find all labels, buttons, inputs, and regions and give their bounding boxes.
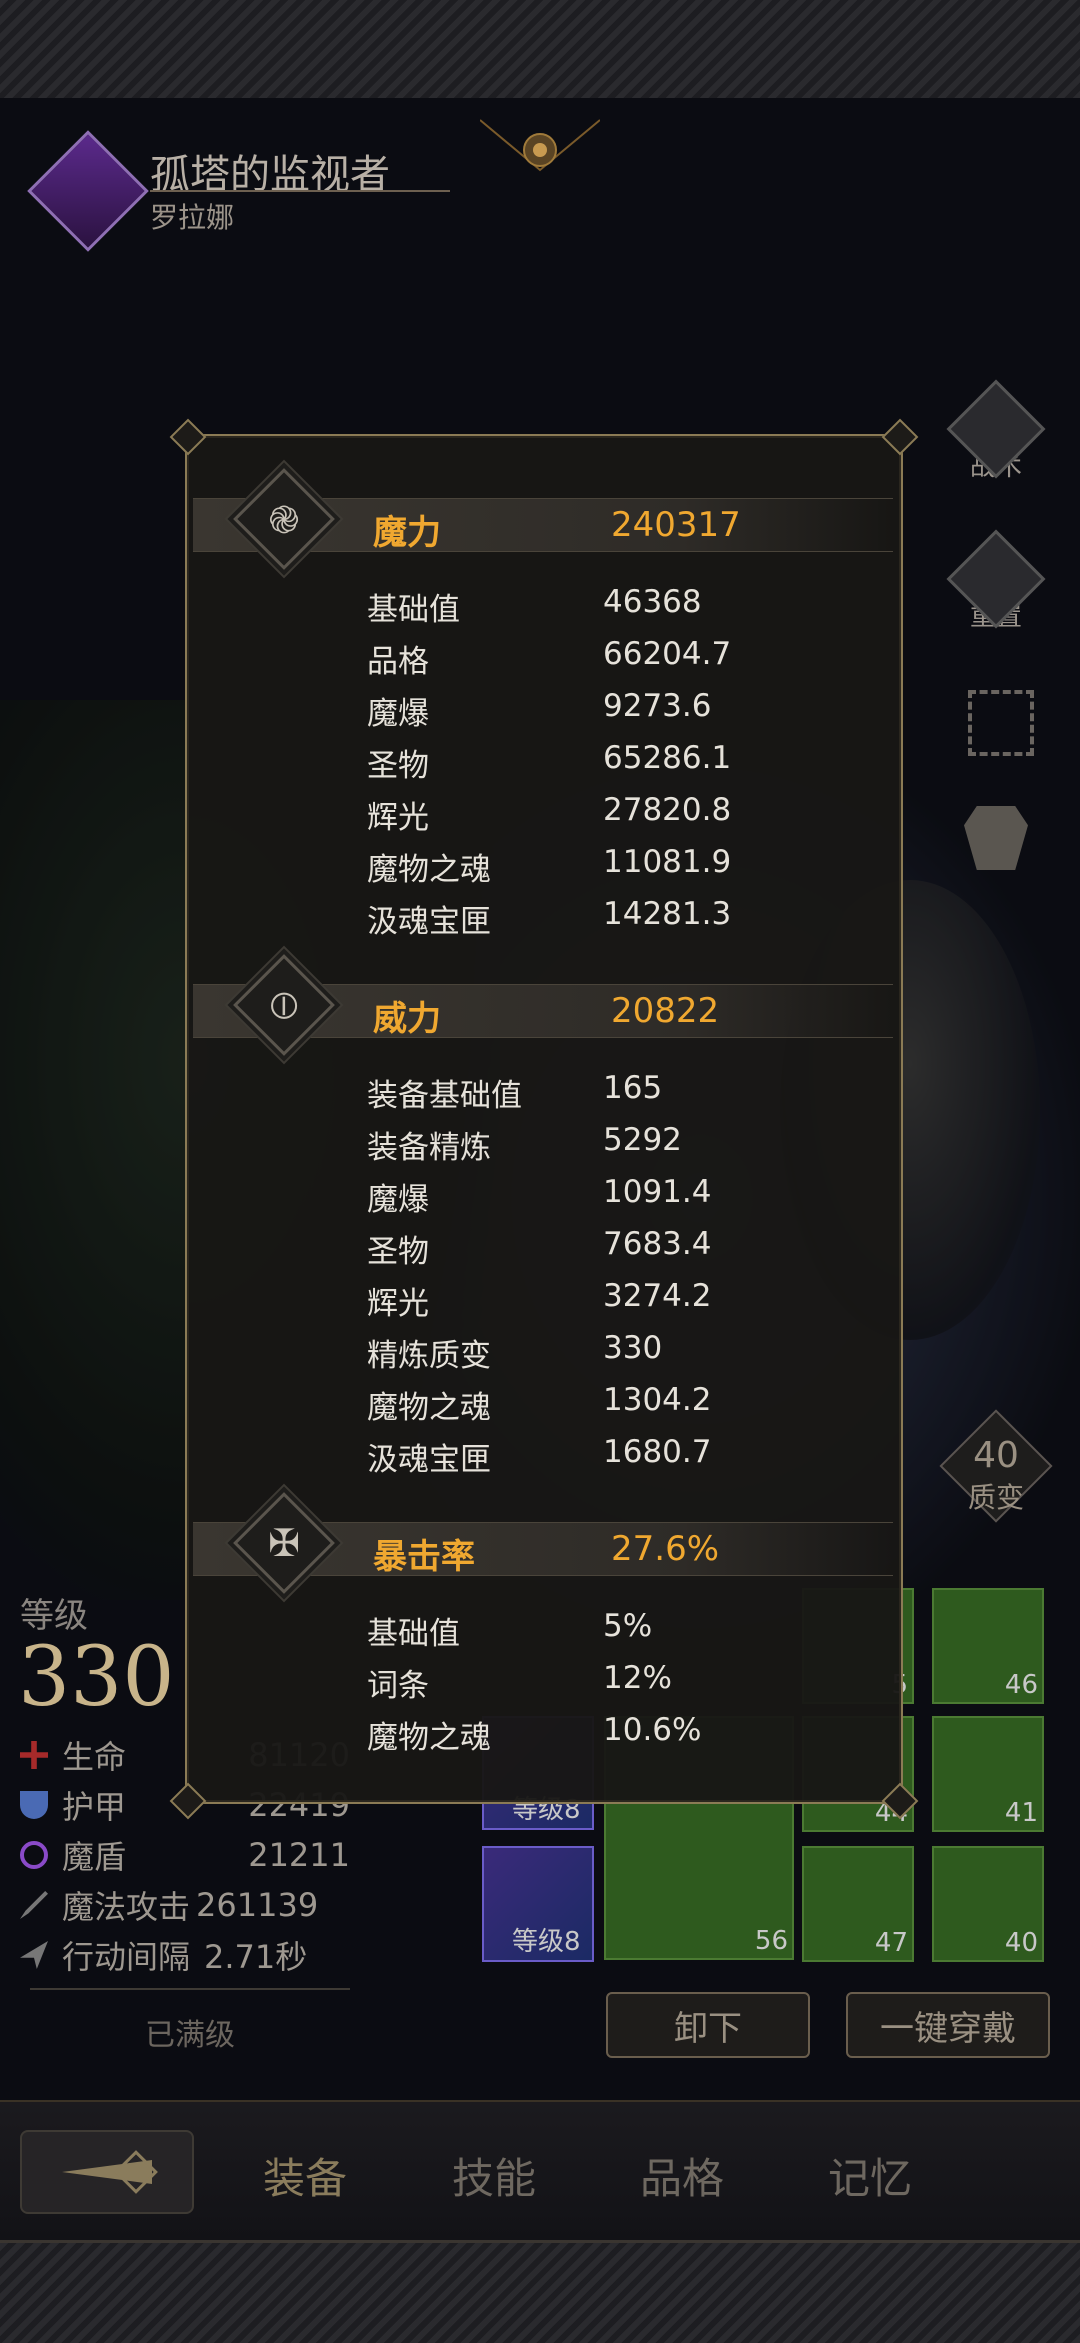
back-arrow-icon — [62, 2150, 158, 2194]
row-label: 汲魂宝匣 — [367, 904, 491, 940]
row-label: 基础值 — [367, 1616, 460, 1652]
row-label: 精炼质变 — [367, 1338, 491, 1374]
level-value: 330 — [18, 1630, 175, 1725]
bottom-frame — [0, 2240, 1080, 2343]
stat-magic-shield: 魔盾 21211 — [20, 1832, 350, 1878]
reset-button[interactable]: 重置 — [946, 529, 1046, 636]
equipment-slot-boots[interactable]: 40 — [932, 1846, 1044, 1962]
tab-equipment[interactable]: 装备 — [225, 2145, 385, 2206]
tab-character[interactable]: 品格 — [602, 2145, 762, 2206]
transmute-value: 40 — [973, 1434, 1019, 1476]
row-value: 10.6% — [603, 1712, 702, 1748]
row-value: 65286.1 — [603, 740, 732, 776]
hero-name: 罗拉娜 — [150, 201, 235, 234]
unequip-button[interactable]: 卸下 — [606, 1992, 810, 2058]
row-label: 魔物之魂 — [367, 852, 491, 888]
tactics-icon — [946, 379, 1046, 478]
row-label: 基础值 — [367, 592, 460, 628]
row-value: 1091.4 — [603, 1174, 712, 1210]
stat-label: 魔盾 — [62, 1838, 127, 1876]
stats-divider — [30, 1988, 350, 1990]
section-name: 暴击率 — [373, 1537, 475, 1577]
stat-value: 21211 — [248, 1836, 350, 1874]
section-magic-power: ֎ 魔力 240317 — [193, 468, 893, 570]
section-power: ⦶ 威力 20822 — [193, 954, 893, 1056]
row-value: 5% — [603, 1608, 653, 1644]
row-value: 1680.7 — [603, 1434, 712, 1470]
stat-value: 2.71秒 — [204, 1938, 308, 1976]
stat-action-interval: 行动间隔 2.71秒 — [20, 1932, 350, 1978]
shield-icon — [20, 1791, 48, 1819]
row-label: 词条 — [367, 1668, 429, 1704]
row-label: 魔物之魂 — [367, 1390, 491, 1426]
row-label: 装备基础值 — [367, 1078, 522, 1114]
row-value: 3274.2 — [603, 1278, 712, 1314]
fullscreen-icon[interactable] — [968, 690, 1034, 756]
rune-slot[interactable]: 等级8 — [482, 1846, 594, 1962]
row-value: 46368 — [603, 584, 702, 620]
equipment-slot-chest[interactable]: 46 — [932, 1588, 1044, 1704]
row-label: 装备精炼 — [367, 1130, 491, 1166]
tab-skills[interactable]: 技能 — [414, 2145, 574, 2206]
sword-shield-icon: ⦶ — [233, 954, 335, 1056]
wand-icon — [20, 1891, 48, 1919]
row-label: 魔爆 — [367, 1182, 429, 1218]
stat-magic-attack: 魔法攻击 261139 — [20, 1882, 350, 1928]
section-value: 240317 — [611, 505, 741, 545]
section-value: 20822 — [611, 991, 720, 1031]
row-label: 汲魂宝匣 — [367, 1442, 491, 1478]
helmet-icon — [946, 529, 1046, 628]
row-label: 魔爆 — [367, 696, 429, 732]
row-value: 14281.3 — [603, 896, 732, 932]
back-button[interactable] — [20, 2130, 194, 2214]
stat-label: 魔法攻击 — [62, 1888, 191, 1926]
sun-ornament-icon — [480, 119, 600, 172]
swirl-icon: ֎ — [233, 468, 335, 570]
row-value: 9273.6 — [603, 688, 712, 724]
section-value: 27.6% — [611, 1529, 720, 1569]
row-label: 魔物之魂 — [367, 1720, 491, 1756]
equipment-slot-gloves[interactable]: 41 — [932, 1716, 1044, 1832]
row-value: 330 — [603, 1330, 663, 1366]
row-value: 11081.9 — [603, 844, 732, 880]
health-icon — [20, 1741, 48, 1769]
row-value: 12% — [603, 1660, 672, 1696]
row-value: 5292 — [603, 1122, 682, 1158]
row-label: 圣物 — [367, 748, 429, 784]
row-label: 辉光 — [367, 800, 429, 836]
row-label: 品格 — [367, 644, 429, 680]
row-value: 165 — [603, 1070, 663, 1106]
transmute-label: 质变 — [967, 1480, 1024, 1514]
section-crit-rate: ✠ 暴击率 27.6% — [193, 1492, 893, 1594]
row-value: 7683.4 — [603, 1226, 712, 1262]
crit-axe-icon: ✠ — [233, 1492, 335, 1594]
row-label: 圣物 — [367, 1234, 429, 1270]
section-name: 魔力 — [373, 513, 441, 553]
tactics-button[interactable]: 战术 — [946, 379, 1046, 486]
speed-icon — [20, 1941, 48, 1969]
top-frame — [0, 0, 1080, 101]
max-level-label: 已满级 — [145, 2018, 235, 2053]
magic-shield-icon — [20, 1841, 48, 1869]
row-value: 1304.2 — [603, 1382, 712, 1418]
stat-label: 行动间隔 — [62, 1938, 191, 1976]
row-label: 辉光 — [367, 1286, 429, 1322]
attribute-detail-popup[interactable]: ֎ 魔力 240317 基础值 46368 品格 66204.7 魔爆 9273… — [169, 418, 919, 1820]
stat-value: 261139 — [196, 1886, 319, 1924]
equipment-slot-amulet[interactable]: 47 — [802, 1846, 914, 1962]
tab-memory[interactable]: 记忆 — [790, 2145, 950, 2206]
equip-all-button[interactable]: 一键穿戴 — [846, 1992, 1050, 2058]
row-value: 66204.7 — [603, 636, 732, 672]
title-divider — [150, 190, 450, 192]
transmute-button[interactable]: 40 质变 — [939, 1409, 1053, 1530]
row-value: 27820.8 — [603, 792, 732, 828]
section-name: 威力 — [373, 999, 441, 1039]
